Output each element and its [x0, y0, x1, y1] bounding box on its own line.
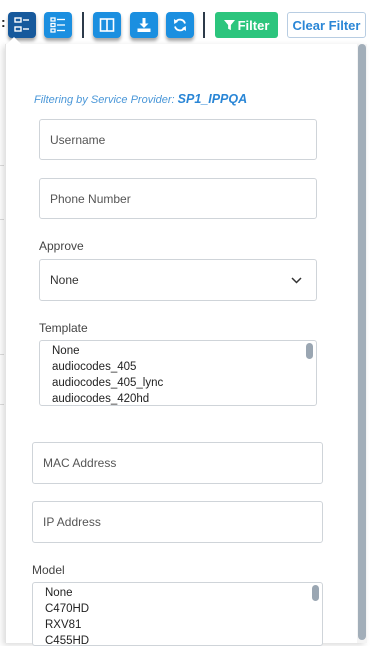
model-listbox-scrollbar[interactable] [312, 585, 319, 601]
template-label: Template [39, 321, 88, 335]
list-view-button[interactable] [44, 12, 72, 38]
filtering-by-service-provider: Filtering by Service Provider: SP1_IPPQA [34, 92, 247, 106]
panel-scrollbar-thumb[interactable] [358, 44, 366, 640]
refresh-icon [174, 18, 186, 32]
template-option[interactable]: audiocodes_405_lync [52, 375, 163, 391]
template-option[interactable]: None [52, 343, 80, 359]
template-listbox-scrollbar[interactable] [306, 343, 313, 359]
background-row-divider [0, 165, 4, 166]
phone-number-input[interactable]: Phone Number [39, 178, 317, 219]
model-listbox[interactable]: None C470HD RXV81 C455HD [32, 582, 323, 646]
model-option[interactable]: C470HD [45, 601, 89, 617]
model-option[interactable]: None [45, 585, 73, 601]
approve-selected-value: None [50, 273, 79, 287]
refresh-button[interactable] [166, 12, 194, 38]
columns-icon [99, 18, 115, 32]
background-row-divider [0, 354, 4, 355]
toolbar-divider [203, 12, 205, 38]
chevron-down-icon [291, 276, 302, 284]
username-input[interactable]: Username [39, 119, 317, 160]
panel-caret [6, 37, 22, 45]
toolbar: : Filter Clear Filter [0, 0, 370, 50]
background-row-divider [0, 404, 4, 405]
funnel-icon [223, 19, 235, 30]
columns-button[interactable] [93, 12, 121, 38]
filter-panel: Filtering by Service Provider: SP1_IPPQA… [5, 37, 367, 646]
background-row-divider [0, 219, 4, 220]
service-provider-name: SP1_IPPQA [177, 92, 248, 106]
phone-number-placeholder: Phone Number [50, 191, 131, 206]
clear-filter-label: Clear Filter [292, 17, 361, 33]
filter-button[interactable]: Filter [215, 12, 278, 38]
tree-view-icon [14, 17, 29, 32]
list-view-icon [50, 17, 65, 33]
toolbar-divider [82, 12, 84, 38]
approve-select[interactable]: None [39, 259, 317, 301]
ip-address-placeholder: IP Address [43, 515, 101, 529]
download-icon [137, 18, 151, 32]
ip-address-input[interactable]: IP Address [32, 501, 323, 543]
model-option[interactable]: C455HD [45, 633, 89, 645]
template-option[interactable]: audiocodes_405 [52, 359, 136, 375]
approve-label: Approve [39, 239, 84, 253]
mac-address-input[interactable]: MAC Address [32, 442, 323, 484]
template-listbox[interactable]: None audiocodes_405 audiocodes_405_lync … [39, 340, 317, 406]
filtering-prefix: Filtering by Service Provider: [34, 94, 175, 106]
tree-view-button[interactable] [8, 12, 36, 38]
clear-filter-button[interactable]: Clear Filter [287, 12, 366, 38]
toolbar-colon: : [1, 14, 6, 30]
model-label: Model [32, 563, 65, 577]
download-button[interactable] [130, 12, 158, 38]
filter-button-label: Filter [237, 17, 270, 33]
model-option[interactable]: RXV81 [45, 617, 81, 633]
mac-address-placeholder: MAC Address [43, 456, 117, 470]
username-placeholder: Username [50, 132, 106, 147]
template-option[interactable]: audiocodes_420hd [52, 391, 149, 405]
